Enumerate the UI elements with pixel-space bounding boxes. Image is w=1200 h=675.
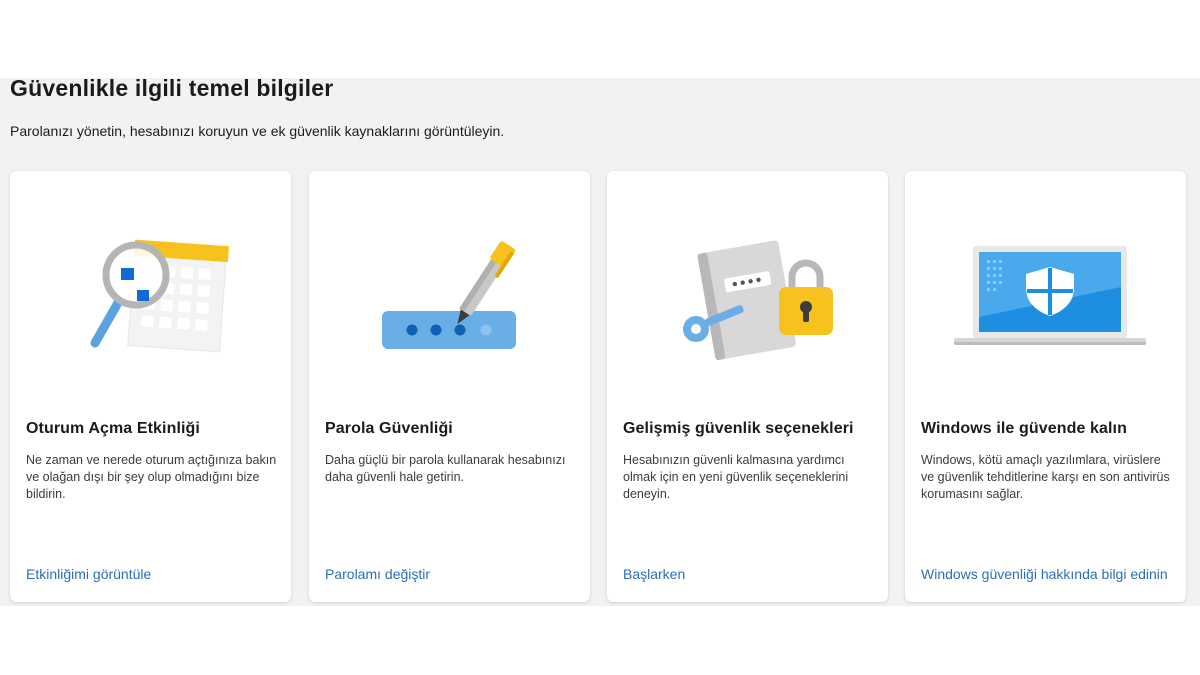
page-subtitle: Parolanızı yönetin, hesabınızı koruyun v…	[10, 123, 505, 139]
get-started-link[interactable]: Başlarken	[623, 567, 874, 582]
card-advanced-security: Gelişmiş güvenlik seçenekleri Hesabınızı…	[607, 171, 888, 602]
page-title: Güvenlikle ilgili temel bilgiler	[10, 75, 334, 101]
card-sign-in-activity: Oturum Açma Etkinliği Ne zaman ve nerede…	[10, 171, 291, 602]
magnifier-calendar-icon	[10, 221, 291, 371]
card-title: Windows ile güvende kalın	[921, 420, 1127, 437]
card-windows-security: Windows ile güvende kalın Windows, kötü …	[905, 171, 1186, 602]
card-title: Parola Güvenliği	[325, 420, 453, 437]
password-pen-icon	[309, 221, 590, 371]
card-description: Daha güçlü bir parola kullanarak hesabın…	[325, 453, 566, 484]
card-description: Hesabınızın güvenli kalmasına yardımcı o…	[623, 453, 849, 501]
windows-security-info-link[interactable]: Windows güvenliği hakkında bilgi edinin	[921, 567, 1172, 582]
card-description: Ne zaman ve nerede oturum açtığınıza bak…	[26, 453, 277, 501]
card-password-security: Parola Güvenliği Daha güçlü bir parola k…	[309, 171, 590, 602]
card-title: Oturum Açma Etkinliği	[26, 420, 200, 437]
card-title: Gelişmiş güvenlik seçenekleri	[623, 420, 854, 437]
view-activity-link[interactable]: Etkinliğimi görüntüle	[26, 567, 277, 582]
key-lock-book-icon	[607, 221, 888, 371]
change-password-link[interactable]: Parolamı değiştir	[325, 567, 576, 582]
laptop-shield-icon	[905, 221, 1186, 371]
card-description: Windows, kötü amaçlı yazılımlara, virüsl…	[921, 453, 1170, 501]
